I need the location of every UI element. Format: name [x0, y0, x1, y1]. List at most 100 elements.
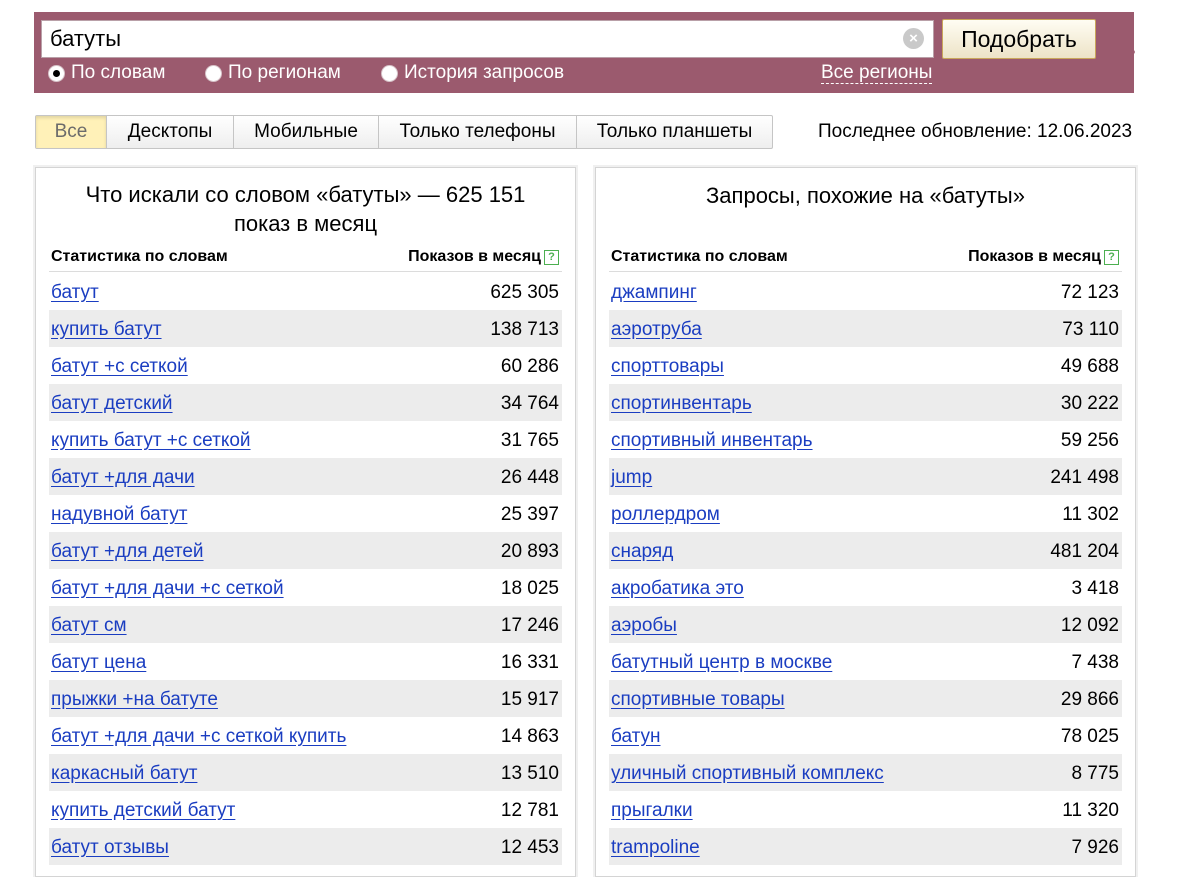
table-row: батут 625 305: [49, 273, 562, 310]
impressions-count: 34 764: [500, 393, 559, 414]
impressions-count: 31 765: [500, 430, 559, 451]
impressions-count: 12 781: [500, 800, 559, 821]
impressions-count: 8 775: [1071, 763, 1119, 784]
query-link[interactable]: батут детский: [51, 393, 173, 415]
query-link[interactable]: купить детский батут: [51, 800, 235, 822]
similar-queries-list: джампинг 72 123 аэротруба 73 110 спорттовары…: [609, 273, 1122, 865]
query-link[interactable]: батут см: [51, 615, 127, 637]
query-link[interactable]: купить батут +с сеткой: [51, 430, 251, 452]
impressions-count: 15 917: [500, 689, 559, 710]
impressions-count: 481 204: [1050, 541, 1119, 562]
tab-phones-only[interactable]: Только телефоны: [378, 116, 576, 148]
query-link[interactable]: надувной батут: [51, 504, 187, 526]
radio-unchecked-icon: [381, 64, 398, 82]
table-row: купить батут 138 713: [49, 310, 562, 347]
query-link[interactable]: батут цена: [51, 652, 146, 674]
table-row: батут отзывы 12 453: [49, 828, 562, 865]
query-link[interactable]: батутный центр в москве: [611, 652, 832, 674]
query-link[interactable]: прыгалки: [611, 800, 693, 822]
query-link[interactable]: батун: [611, 726, 661, 748]
panel-title: Что искали со словом «батуты» — 625 151 …: [85, 182, 526, 236]
impressions-count: 625 305: [490, 282, 559, 303]
table-row: аэротруба 73 110: [609, 310, 1122, 347]
radio-label: По словам: [71, 62, 166, 83]
radio-label: История запросов: [404, 62, 565, 83]
radio-label: По регионам: [228, 62, 341, 83]
impressions-count: 138 713: [490, 319, 559, 340]
table-row: джампинг 72 123: [609, 273, 1122, 310]
search-input[interactable]: [41, 20, 934, 58]
clear-icon[interactable]: ×: [903, 28, 924, 49]
impressions-count: 73 110: [1062, 319, 1119, 340]
impressions-count: 49 688: [1060, 356, 1119, 377]
table-row: батут +для дачи 26 448: [49, 458, 562, 495]
query-link[interactable]: спорттовары: [611, 356, 724, 378]
table-row: надувной батут 25 397: [49, 495, 562, 532]
impressions-count: 7 926: [1071, 837, 1119, 858]
query-link[interactable]: спортинвентарь: [611, 393, 752, 415]
impressions-count: 25 397: [500, 504, 559, 525]
tab-tablets-only[interactable]: Только планшеты: [576, 116, 772, 148]
radio-by-regions[interactable]: По регионам: [205, 62, 341, 84]
query-link[interactable]: батут отзывы: [51, 837, 169, 859]
table-row: спортивный инвентарь 59 256: [609, 421, 1122, 458]
query-link[interactable]: батут +для дачи +с сеткой: [51, 578, 284, 600]
word-stats-panel: Что искали со словом «батуты» — 625 151 …: [35, 167, 576, 877]
table-header: Статистика по словам Показов в месяц?: [609, 245, 1122, 272]
impressions-count: 72 123: [1060, 282, 1119, 303]
impressions-count: 12 453: [500, 837, 559, 858]
query-link[interactable]: trampoline: [611, 837, 700, 859]
help-icon[interactable]: ?: [544, 250, 559, 265]
query-link[interactable]: уличный спортивный комплекс: [611, 763, 884, 785]
query-link[interactable]: снаряд: [611, 541, 673, 563]
table-row: аэробы 12 092: [609, 606, 1122, 643]
impressions-count: 11 320: [1062, 800, 1119, 821]
table-row: акробатика это 3 418: [609, 569, 1122, 606]
query-link[interactable]: спортивный инвентарь: [611, 430, 813, 452]
impressions-count: 30 222: [1060, 393, 1119, 414]
query-link[interactable]: каркасный батут: [51, 763, 197, 785]
query-link[interactable]: акробатика это: [611, 578, 744, 600]
impressions-count: 59 256: [1060, 430, 1119, 451]
query-link[interactable]: батут +для дачи: [51, 467, 195, 489]
last-update-text: Последнее обновление: 12.06.2023: [818, 121, 1133, 142]
query-link[interactable]: батут +для детей: [51, 541, 204, 563]
tab-mobile[interactable]: Мобильные: [233, 116, 378, 148]
radio-query-history[interactable]: История запросов: [381, 62, 564, 84]
table-row: роллердром 11 302: [609, 495, 1122, 532]
query-link[interactable]: роллердром: [611, 504, 720, 526]
column-header-words: Статистика по словам: [611, 248, 788, 265]
query-link[interactable]: аэробы: [611, 615, 677, 637]
query-link[interactable]: батут: [51, 282, 99, 304]
query-link[interactable]: аэротруба: [611, 319, 702, 341]
impressions-count: 13 510: [500, 763, 559, 784]
table-row: каркасный батут 13 510: [49, 754, 562, 791]
table-row: батун 78 025: [609, 717, 1122, 754]
impressions-count: 12 092: [1060, 615, 1119, 636]
query-link[interactable]: jump: [611, 467, 652, 489]
table-row: прыжки +на батуте 15 917: [49, 680, 562, 717]
impressions-count: 7 438: [1071, 652, 1119, 673]
tab-desktops[interactable]: Десктопы: [106, 116, 233, 148]
column-header-count-label: Показов в месяц: [968, 248, 1101, 265]
query-link[interactable]: джампинг: [611, 282, 697, 304]
radio-by-words[interactable]: По словам: [48, 62, 165, 84]
radio-unchecked-icon: [205, 64, 222, 82]
table-row: батут +для дачи +с сеткой 18 025: [49, 569, 562, 606]
all-regions-link[interactable]: Все регионы: [821, 62, 933, 84]
word-stats-list: батут 625 305 купить батут 138 713 батут +с …: [49, 273, 562, 865]
query-link[interactable]: батут +для дачи +с сеткой купить: [51, 726, 346, 748]
help-icon[interactable]: ?: [1104, 250, 1119, 265]
query-link[interactable]: прыжки +на батуте: [51, 689, 218, 711]
table-row: батут +для детей 20 893: [49, 532, 562, 569]
tab-all[interactable]: Все: [36, 116, 106, 148]
column-header-count: Показов в месяц?: [968, 248, 1119, 266]
column-header-count-label: Показов в месяц: [408, 248, 541, 265]
impressions-count: 11 302: [1062, 504, 1119, 525]
submit-button[interactable]: Подобрать: [942, 19, 1096, 59]
table-row: батут см 17 246: [49, 606, 562, 643]
query-link[interactable]: батут +с сеткой: [51, 356, 188, 378]
query-link[interactable]: купить батут: [51, 319, 162, 341]
column-header-words: Статистика по словам: [51, 248, 228, 265]
query-link[interactable]: спортивные товары: [611, 689, 785, 711]
